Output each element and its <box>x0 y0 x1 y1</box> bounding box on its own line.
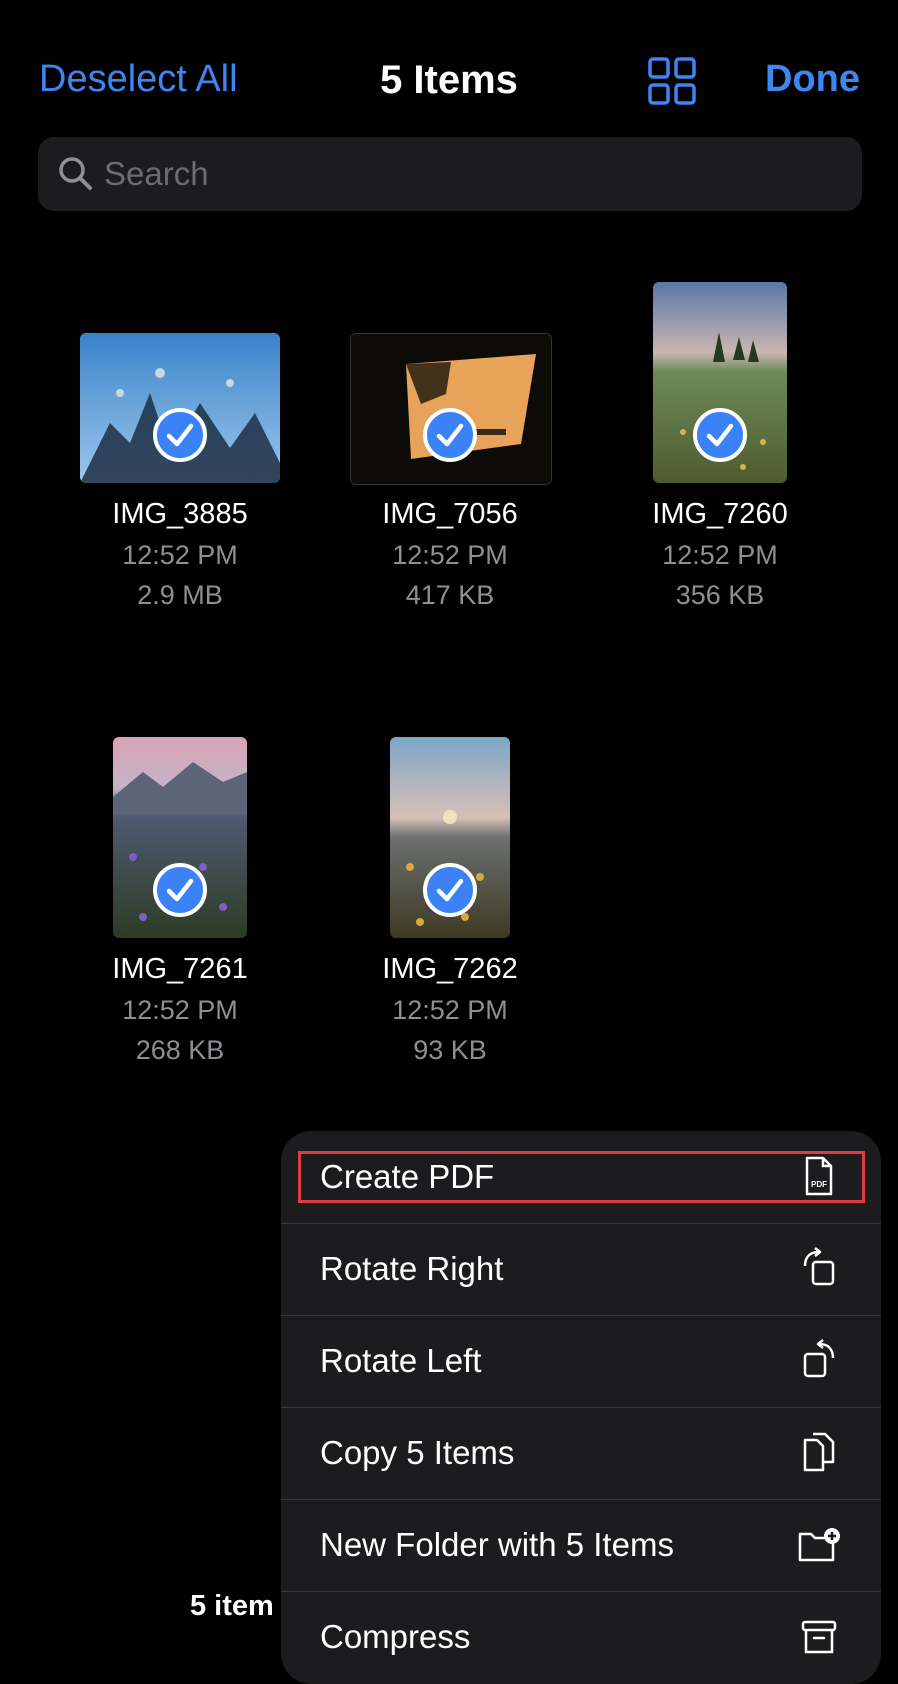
menu-item-label: Copy 5 Items <box>320 1434 515 1471</box>
page-title: 5 Items <box>380 58 518 102</box>
file-time: 12:52 PM <box>122 540 238 570</box>
archive-box-icon <box>797 1614 841 1658</box>
menu-item-label: New Folder with 5 Items <box>320 1526 674 1563</box>
search-placeholder: Search <box>104 155 209 192</box>
file-size: 356 KB <box>675 580 765 610</box>
selected-checkmark-icon <box>423 408 477 462</box>
pdf-document-icon: PDF <box>797 1154 841 1198</box>
svg-text:PDF: PDF <box>811 1180 827 1189</box>
search-icon <box>56 154 96 194</box>
file-item[interactable]: IMG_7261 12:52 PM 268 KB <box>60 735 300 1075</box>
menu-item-rotate-left[interactable]: Rotate Left <box>281 1315 881 1407</box>
done-button[interactable]: Done <box>765 58 860 101</box>
file-size: 417 KB <box>405 580 495 610</box>
file-size: 268 KB <box>135 1035 225 1065</box>
menu-item-rotate-right[interactable]: Rotate Right <box>281 1223 881 1315</box>
file-time: 12:52 PM <box>122 995 238 1025</box>
menu-item-label: Rotate Right <box>320 1250 504 1287</box>
file-item[interactable]: IMG_7056 12:52 PM 417 KB <box>330 330 570 620</box>
file-size: 2.9 MB <box>137 580 223 610</box>
selected-checkmark-icon <box>423 863 477 917</box>
file-time: 12:52 PM <box>392 540 508 570</box>
menu-item-compress[interactable]: Compress <box>281 1591 881 1683</box>
menu-item-label: Create PDF <box>320 1158 495 1195</box>
search-field[interactable]: Search <box>38 137 862 211</box>
file-item[interactable]: IMG_7262 12:52 PM 93 KB <box>330 735 570 1075</box>
file-size: 93 KB <box>413 1035 487 1065</box>
file-name: IMG_3885 <box>112 498 248 530</box>
menu-item-label: Compress <box>320 1618 471 1655</box>
menu-item-label: Rotate Left <box>320 1342 482 1379</box>
file-time: 12:52 PM <box>392 995 508 1025</box>
file-name: IMG_7262 <box>382 953 518 985</box>
file-name: IMG_7261 <box>112 953 248 985</box>
selected-checkmark-icon <box>153 408 207 462</box>
file-name: IMG_7260 <box>652 498 788 530</box>
copy-documents-icon <box>797 1430 841 1474</box>
file-item[interactable]: IMG_7260 12:52 PM 356 KB <box>600 280 840 620</box>
selected-checkmark-icon <box>693 408 747 462</box>
menu-item-create-pdf[interactable]: Create PDF PDF <box>281 1131 881 1223</box>
rotate-right-icon <box>797 1246 841 1290</box>
navigation-bar: Deselect All 5 Items Done <box>0 0 898 150</box>
menu-item-new-folder[interactable]: New Folder with 5 Items <box>281 1499 881 1591</box>
rotate-left-icon <box>797 1338 841 1382</box>
file-time: 12:52 PM <box>662 540 778 570</box>
menu-item-copy[interactable]: Copy 5 Items <box>281 1407 881 1499</box>
item-count-label: 5 item <box>190 1590 274 1622</box>
grid-view-icon[interactable] <box>647 56 697 106</box>
context-menu: Create PDF PDF Rotate Right Rotate Left <box>281 1131 881 1684</box>
file-item[interactable]: IMG_3885 12:52 PM 2.9 MB <box>60 330 300 620</box>
file-name: IMG_7056 <box>382 498 518 530</box>
selected-checkmark-icon <box>153 863 207 917</box>
new-folder-icon <box>797 1522 841 1566</box>
